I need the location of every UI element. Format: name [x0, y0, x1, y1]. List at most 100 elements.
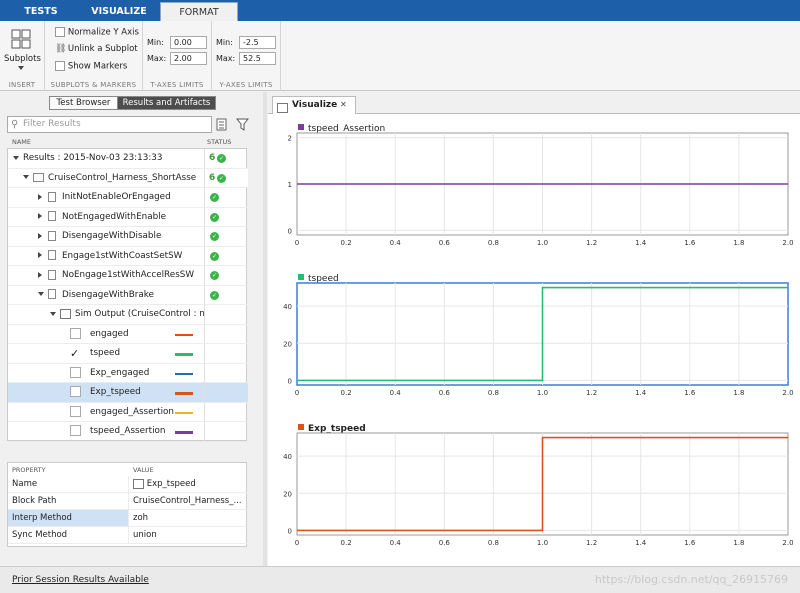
tree-row-test-case[interactable]: Engage1stWithCoastSetSW ✓: [8, 246, 248, 267]
x-tick-label: 1.8: [733, 539, 744, 547]
x-tick-label: 2.0: [782, 239, 793, 247]
tree-row-test-case[interactable]: NoEngage1stWithAccelResSW ✓: [8, 266, 248, 286]
subplots-button[interactable]: Subplots: [4, 54, 41, 64]
property-value[interactable]: zoh: [129, 510, 148, 527]
tree-row-test-case[interactable]: InitNotEnableOrEngaged ✓: [8, 188, 248, 208]
collapse-arrow-icon[interactable]: [50, 305, 56, 325]
normalize-y-axis-checkbox[interactable]: Normalize Y Axis: [55, 27, 139, 38]
visualize-tab-label: Visualize: [292, 100, 338, 110]
t-min-field[interactable]: 0.00: [170, 36, 207, 49]
expand-arrow-icon[interactable]: [38, 247, 42, 267]
signal-row-selected[interactable]: Exp_tspeed: [8, 383, 248, 403]
tree-row-test-case[interactable]: DisengageWithDisable ✓: [8, 227, 248, 247]
tree-row-label: CruiseControl_Harness_ShortAsse: [48, 172, 197, 183]
x-tick-label: 0: [295, 389, 299, 397]
x-tick-label: 0.4: [390, 239, 402, 247]
tree-row-test-case[interactable]: DisengageWithBrake ✓: [8, 285, 248, 306]
tree-row-label: InitNotEnableOrEngaged: [62, 192, 171, 202]
collapse-arrow-icon[interactable]: [38, 286, 44, 306]
unlink-subplot-button[interactable]: ⛓ Unlink a Subplot: [55, 44, 138, 54]
signal-checkbox[interactable]: [70, 383, 81, 403]
toolstrip: Subplots INSERT Normalize Y Axis ⛓ Unlin…: [0, 21, 800, 91]
t-max-label: Max:: [147, 54, 167, 63]
signal-row[interactable]: engaged_Assertion: [8, 402, 248, 423]
tree-row-test-case[interactable]: NotEngagedWithEnable ✓: [8, 207, 248, 228]
value-header: VALUE: [133, 466, 154, 474]
signal-color-swatch: [175, 353, 193, 356]
section-label-subplots-markers: SUBPLOTS & MARKERS: [50, 81, 137, 89]
tree-row-label: Results : 2015-Nov-03 23:13:33: [23, 153, 163, 163]
signal-label: engaged_Assertion: [90, 406, 175, 417]
property-row-sync-method[interactable]: Sync Method union: [8, 527, 248, 544]
x-tick-label: 0: [295, 539, 299, 547]
y-max-field[interactable]: 52.5: [239, 52, 276, 65]
filter-funnel-icon[interactable]: [235, 117, 250, 132]
test-browser-toggle[interactable]: Test Browser: [49, 96, 118, 110]
property-table: PROPERTY VALUE Name Exp_tspeed Block Pat…: [7, 462, 248, 547]
tab-format[interactable]: FORMAT: [160, 2, 238, 21]
pass-check-icon: ✓: [210, 271, 219, 280]
expand-arrow-icon[interactable]: [38, 208, 42, 228]
property-key: Sync Method: [8, 527, 129, 543]
y-tick-label: 20: [283, 490, 292, 498]
x-tick-label: 1.6: [684, 539, 696, 547]
signal-color-swatch: [175, 431, 193, 434]
property-value[interactable]: union: [129, 527, 157, 544]
y-axes-limits-section: Min: -2.5 Max: 52.5 Y-AXES LIMITS: [212, 21, 281, 91]
expand-arrow-icon[interactable]: [38, 227, 42, 247]
t-max-field[interactable]: 2.00: [170, 52, 207, 65]
x-tick-label: 1.8: [733, 389, 744, 397]
pass-count: 6: [209, 172, 216, 183]
y-tick-label: 1: [288, 181, 292, 189]
x-tick-label: 1.0: [537, 389, 548, 397]
status-bar: Prior Session Results Available https://…: [0, 566, 800, 593]
tab-visualize[interactable]: VISUALIZE: [80, 2, 158, 21]
search-icon: ⚲: [11, 119, 19, 130]
pass-check-icon: ✓: [210, 212, 219, 222]
unlink-subplot-label: Unlink a Subplot: [67, 44, 138, 54]
collapse-arrow-icon[interactable]: [13, 149, 19, 169]
signal-row[interactable]: tspeed_Assertion: [8, 422, 248, 442]
document-icon: [48, 208, 56, 228]
show-markers-checkbox[interactable]: Show Markers: [55, 61, 127, 72]
y-tick-label: 40: [283, 453, 292, 461]
section-label-y-axes: Y-AXES LIMITS: [219, 81, 273, 89]
expand-arrow-icon[interactable]: [38, 188, 42, 208]
panel-splitter[interactable]: [263, 92, 267, 566]
results-artifacts-toggle[interactable]: Results and Artifacts: [117, 96, 216, 110]
x-tick-label: 1.0: [537, 239, 548, 247]
expand-arrow-icon[interactable]: [38, 266, 42, 286]
property-row-block-path[interactable]: Block Path CruiseControl_Harness_...: [8, 493, 248, 510]
signal-row[interactable]: engaged: [8, 324, 248, 345]
property-row-name[interactable]: Name Exp_tspeed: [8, 476, 248, 493]
charts-area: tspeed_Assertion0 0.2 0.4 0.6 0.8 1.0 1.2 1.4 1.…: [283, 124, 794, 547]
report-icon[interactable]: [215, 117, 228, 132]
signal-checkbox[interactable]: [70, 364, 81, 384]
y-max-label: Max:: [216, 54, 236, 63]
signal-checkbox-checked[interactable]: ✓: [70, 344, 79, 364]
subplots-grid-icon[interactable]: [11, 29, 31, 49]
signal-row[interactable]: Exp_engaged: [8, 363, 248, 384]
prior-session-link[interactable]: Prior Session Results Available: [12, 575, 149, 585]
signal-checkbox[interactable]: [70, 325, 81, 345]
tree-row-results-root[interactable]: Results : 2015-Nov-03 23:13:33 6 ✓: [8, 149, 248, 169]
x-tick-label: 1.2: [586, 539, 597, 547]
chevron-down-icon[interactable]: [18, 66, 24, 70]
y-min-field[interactable]: -2.5: [239, 36, 276, 49]
tree-row-sim-output[interactable]: Sim Output (CruiseControl : n: [8, 305, 248, 325]
signal-checkbox[interactable]: [70, 422, 81, 442]
collapse-arrow-icon[interactable]: [23, 169, 29, 189]
x-tick-label: 1.4: [635, 389, 647, 397]
filter-field[interactable]: ⚲ Filter Results: [7, 116, 212, 133]
section-label-insert: INSERT: [8, 81, 36, 89]
tab-tests[interactable]: TESTS: [4, 2, 78, 21]
signal-row[interactable]: ✓ tspeed: [8, 344, 248, 364]
property-key: Block Path: [8, 493, 129, 509]
close-icon[interactable]: ✕: [340, 100, 347, 109]
signal-color-swatch: [175, 333, 193, 336]
normalize-y-axis-label: Normalize Y Axis: [67, 27, 139, 38]
signal-checkbox[interactable]: [70, 403, 81, 423]
property-row-interp-method[interactable]: Interp Method zoh: [8, 510, 248, 527]
tree-row-test-file[interactable]: CruiseControl_Harness_ShortAsse 6 ✓: [8, 168, 248, 189]
subplots-markers-section: Normalize Y Axis ⛓ Unlink a Subplot Show…: [45, 21, 143, 91]
